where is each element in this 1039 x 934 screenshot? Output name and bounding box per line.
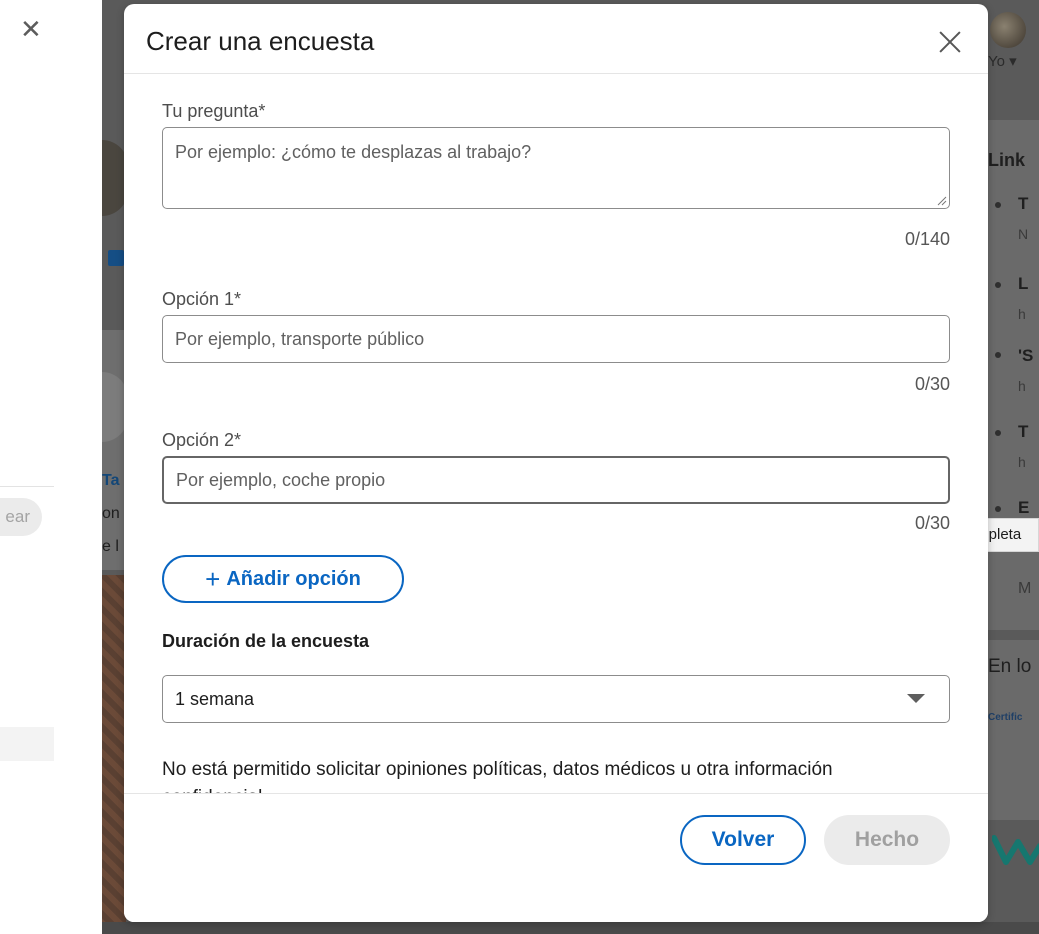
bg-photo-icon xyxy=(108,250,124,266)
bg-news-sub: h xyxy=(1018,378,1026,394)
bg-text-1: on xyxy=(102,505,120,522)
create-poll-modal: Crear una encuesta Tu pregunta* Por ejem… xyxy=(124,4,988,922)
modal-body: Tu pregunta* Por ejemplo: ¿cómo te despl… xyxy=(124,75,988,793)
option-2-placeholder: Por ejemplo, coche propio xyxy=(176,470,386,490)
option-1-counter: 0/30 xyxy=(914,374,950,394)
bg-news-sub: h xyxy=(1018,454,1026,470)
bg-news-item: T xyxy=(1018,194,1029,213)
bg-news-panel xyxy=(980,120,1039,630)
add-option-button[interactable]: + Añadir opción xyxy=(162,555,404,603)
bg-bullet xyxy=(995,282,1001,288)
bg-bullet xyxy=(995,430,1001,436)
bg-image xyxy=(102,575,126,934)
back-button[interactable]: Volver xyxy=(680,815,806,865)
bg-name: Ta xyxy=(102,472,120,489)
bg-bullet xyxy=(995,352,1001,358)
option-1-label: Opción 1* xyxy=(162,289,242,309)
bg-news-item: T xyxy=(1018,422,1029,441)
duration-select[interactable]: 1 semana xyxy=(162,675,950,723)
option-1-input[interactable]: Por ejemplo, transporte público xyxy=(162,315,950,363)
plus-icon: + xyxy=(205,564,221,594)
modal-header: Crear una encuesta xyxy=(124,4,988,74)
option-1-placeholder: Por ejemplo, transporte público xyxy=(175,329,425,349)
profile-menu: Yo ▾ xyxy=(988,53,1017,70)
left-pill-button[interactable]: ear xyxy=(0,498,42,536)
bg-news-item: L xyxy=(1018,274,1029,293)
duration-value: 1 semana xyxy=(175,689,255,709)
bg-card xyxy=(102,330,126,570)
left-divider xyxy=(0,486,54,487)
bg-news-item: 'S xyxy=(1018,346,1034,365)
bg-section-title: En lo xyxy=(988,656,1032,677)
dropdown-arrow-icon xyxy=(907,694,925,703)
left-panel xyxy=(0,727,54,761)
left-close-icon[interactable]: ✕ xyxy=(20,16,42,42)
option-2-label: Opción 2* xyxy=(162,430,242,450)
left-page-strip: ✕ ear xyxy=(0,0,102,934)
question-counter: 0/140 xyxy=(904,229,950,249)
question-input[interactable]: Por ejemplo: ¿cómo te desplazas al traba… xyxy=(162,127,950,209)
bg-news-title: Link xyxy=(988,150,1026,170)
bg-bullet xyxy=(995,202,1001,208)
bg-news-sub: N xyxy=(1018,226,1029,242)
modal-footer: Volver Hecho xyxy=(124,793,988,922)
question-placeholder: Por ejemplo: ¿cómo te desplazas al traba… xyxy=(175,142,532,162)
bg-cert-label: Certific xyxy=(988,712,1023,723)
modal-title: Crear una encuesta xyxy=(146,26,375,56)
bg-bullet xyxy=(995,506,1001,512)
bg-news-sub: h xyxy=(1018,306,1026,322)
bg-news-more: M xyxy=(1018,580,1032,597)
duration-label: Duración de la encuesta xyxy=(162,631,370,651)
option-2-counter: 0/30 xyxy=(914,513,950,533)
close-icon[interactable] xyxy=(936,28,964,56)
resize-grip-icon[interactable] xyxy=(937,196,947,206)
option-2-input[interactable]: Por ejemplo, coche propio xyxy=(162,456,950,504)
policy-notice: No está permitido solicitar opiniones po… xyxy=(162,759,833,793)
question-label: Tu pregunta* xyxy=(162,101,266,121)
bg-bottom-bar xyxy=(102,922,1039,934)
bg-news-item: E xyxy=(1018,498,1030,517)
done-button[interactable]: Hecho xyxy=(824,815,950,865)
bg-text-2: e l xyxy=(102,538,119,555)
bg-logo-icon xyxy=(992,835,1039,865)
profile-avatar xyxy=(990,12,1026,48)
add-option-label: Añadir opción xyxy=(226,567,361,590)
